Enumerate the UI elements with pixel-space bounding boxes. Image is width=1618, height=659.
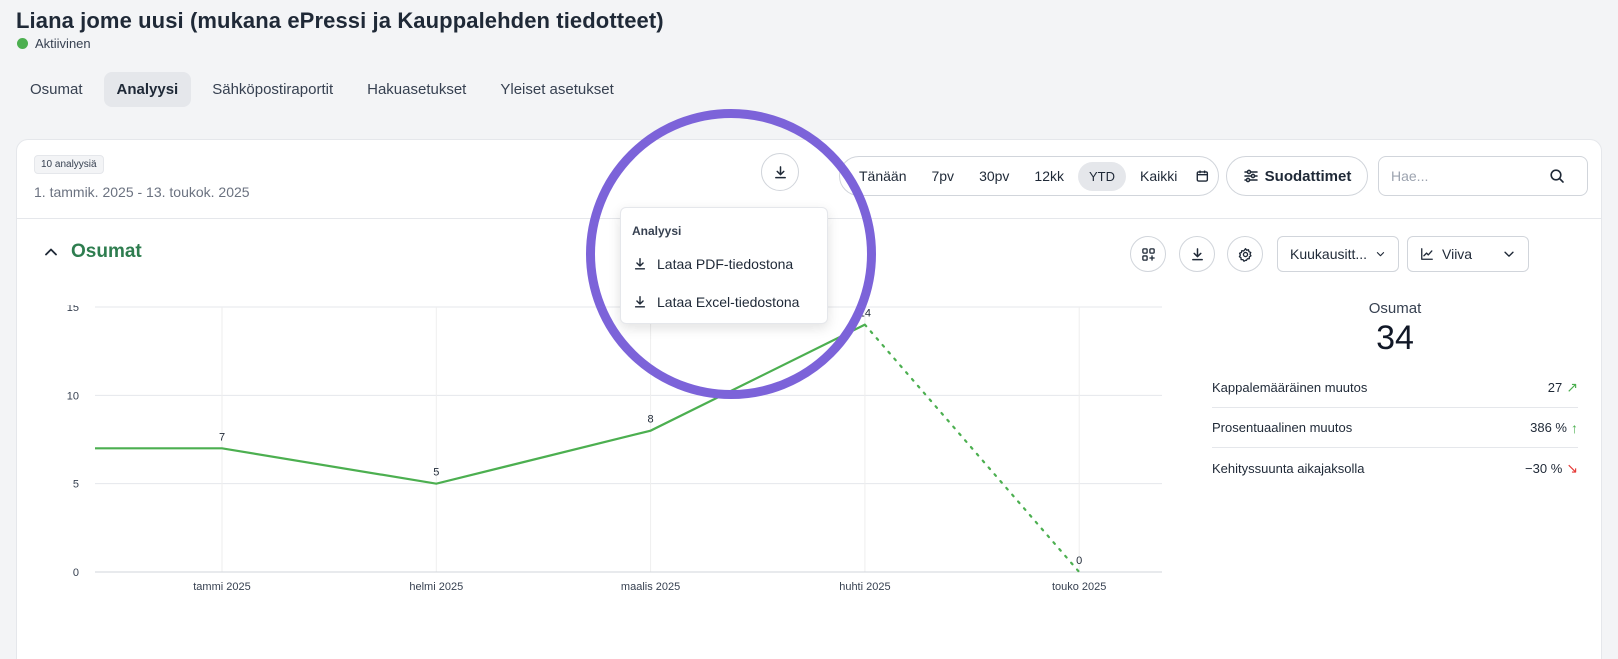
stats-panel: Osumat 34 Kappalemääräinen muutos 27 ↗ P… bbox=[1212, 300, 1578, 488]
x-tick-label: touko 2025 bbox=[1052, 581, 1106, 593]
page-title: Liana jome uusi (mukana ePressi ja Kaupp… bbox=[16, 8, 664, 33]
series-line bbox=[95, 323, 866, 485]
filters-button[interactable]: Suodattimet bbox=[1226, 156, 1368, 196]
tab-analyysi[interactable]: Analyysi bbox=[103, 72, 192, 107]
x-tick-label: helmi 2025 bbox=[409, 581, 463, 593]
section-title: Osumat bbox=[71, 241, 142, 262]
series-line-projection bbox=[863, 323, 1081, 574]
date-range-text: 1. tammik. 2025 - 13. toukok. 2025 bbox=[34, 184, 250, 200]
gear-icon bbox=[1238, 247, 1252, 262]
x-tick-label: maalis 2025 bbox=[621, 581, 680, 593]
status-label: Aktiivinen bbox=[35, 36, 91, 51]
period-select[interactable]: Kuukausitt... bbox=[1277, 236, 1399, 272]
stat-number: 386 % bbox=[1530, 420, 1567, 435]
download-button[interactable] bbox=[761, 153, 799, 191]
stat-label: Kehityssuunta aikajaksolla bbox=[1212, 460, 1365, 476]
stat-value: 386 % ↑ bbox=[1530, 420, 1578, 436]
chevron-down-icon bbox=[1376, 252, 1385, 257]
tab-yleiset-asetukset[interactable]: Yleiset asetukset bbox=[487, 72, 626, 107]
data-label: 14 bbox=[859, 308, 871, 320]
chart-settings-button[interactable] bbox=[1227, 236, 1263, 272]
chevron-up-icon[interactable] bbox=[43, 244, 59, 260]
status-dot bbox=[17, 38, 28, 49]
stat-label: Prosentuaalinen muutos bbox=[1212, 420, 1353, 435]
section-header[interactable]: Osumat bbox=[43, 241, 142, 263]
y-tick-label: 15 bbox=[67, 305, 79, 314]
stat-label: Kappalemääräinen muutos bbox=[1212, 380, 1368, 395]
range-30pv[interactable]: 30pv bbox=[968, 161, 1020, 191]
stat-row: Kehityssuunta aikajaksolla −30 % ↘ bbox=[1212, 448, 1578, 488]
stat-value: −30 % ↘ bbox=[1525, 460, 1578, 477]
dropdown-title: Analyysi bbox=[632, 224, 682, 238]
stat-number: 27 bbox=[1547, 380, 1563, 395]
tab-bar: Osumat Analyysi Sähköpostiraportit Hakua… bbox=[17, 72, 627, 107]
stat-number: −30 % bbox=[1525, 460, 1563, 476]
x-tick-label: huhti 2025 bbox=[839, 581, 890, 593]
x-tick-label: tammi 2025 bbox=[193, 581, 250, 593]
chart-download-button[interactable] bbox=[1179, 236, 1215, 272]
download-pdf-label: Lataa PDF-tiedostona bbox=[657, 256, 794, 272]
download-excel-label: Lataa Excel-tiedostona bbox=[657, 294, 800, 310]
download-pdf-item[interactable]: Lataa PDF-tiedostona bbox=[633, 256, 793, 272]
download-dropdown-menu: Analyysi Lataa PDF-tiedostona Lataa Exce… bbox=[620, 207, 828, 324]
analysis-count-badge: 10 analyysiä bbox=[34, 155, 104, 174]
grid-plus-icon bbox=[1141, 247, 1155, 261]
search-input[interactable] bbox=[1379, 168, 1549, 184]
tab-osumat[interactable]: Osumat bbox=[17, 72, 96, 107]
arrow-up-right-icon: ↗ bbox=[1566, 379, 1578, 395]
chart-type-select-value: Viiva bbox=[1442, 246, 1473, 262]
stat-row: Prosentuaalinen muutos 386 % ↑ bbox=[1212, 408, 1578, 448]
calendar-icon[interactable] bbox=[1195, 168, 1210, 184]
hits-line-chart: 0 5 10 15 tammi 2025 helmi 2025 maalis 2025 huh… bbox=[67, 305, 1162, 593]
stats-title: Osumat bbox=[1368, 300, 1422, 317]
chevron-down-icon bbox=[1504, 251, 1514, 257]
y-tick-label: 10 bbox=[67, 390, 79, 402]
tab-hakuasetukset[interactable]: Hakuasetukset bbox=[354, 72, 479, 107]
filters-label: Suodattimet bbox=[1264, 167, 1352, 185]
search-box bbox=[1378, 156, 1588, 196]
range-kaikki[interactable]: Kaikki bbox=[1129, 161, 1188, 191]
chart-type-select[interactable]: Viiva bbox=[1407, 236, 1529, 272]
tab-sahkopostiraportit[interactable]: Sähköpostiraportit bbox=[199, 72, 346, 107]
download-icon bbox=[634, 296, 646, 308]
widget-button[interactable] bbox=[1130, 236, 1166, 272]
download-excel-item[interactable]: Lataa Excel-tiedostona bbox=[633, 294, 799, 310]
range-12kk[interactable]: 12kk bbox=[1023, 161, 1075, 191]
period-select-value: Kuukausitt... bbox=[1290, 246, 1368, 262]
sliders-icon bbox=[1243, 169, 1258, 183]
range-ytd[interactable]: YTD bbox=[1078, 161, 1126, 191]
status-indicator: Aktiivinen bbox=[17, 36, 91, 51]
data-label: 5 bbox=[433, 467, 439, 479]
stats-total: 34 bbox=[1376, 319, 1414, 357]
download-icon bbox=[1191, 247, 1203, 260]
stat-row: Kappalemääräinen muutos 27 ↗ bbox=[1212, 368, 1578, 408]
data-label: 8 bbox=[648, 414, 654, 426]
line-chart-icon bbox=[1421, 248, 1433, 260]
y-tick-label: 0 bbox=[73, 567, 79, 579]
arrow-up-icon: ↑ bbox=[1571, 419, 1578, 436]
download-icon bbox=[634, 258, 646, 270]
range-7pv[interactable]: 7pv bbox=[920, 161, 965, 191]
y-tick-label: 5 bbox=[73, 479, 79, 491]
range-today[interactable]: Tänään bbox=[848, 161, 917, 191]
arrow-down-right-icon: ↘ bbox=[1566, 459, 1578, 476]
date-range-selector: Tänään 7pv 30pv 12kk YTD Kaikki bbox=[839, 156, 1219, 196]
stats-list: Kappalemääräinen muutos 27 ↗ Prosentuaal… bbox=[1212, 368, 1578, 488]
data-label: 0 bbox=[1076, 555, 1082, 567]
data-label: 7 bbox=[219, 431, 225, 443]
search-icon[interactable] bbox=[1549, 168, 1565, 184]
stat-value: 27 ↗ bbox=[1548, 379, 1578, 396]
download-icon bbox=[774, 165, 786, 178]
